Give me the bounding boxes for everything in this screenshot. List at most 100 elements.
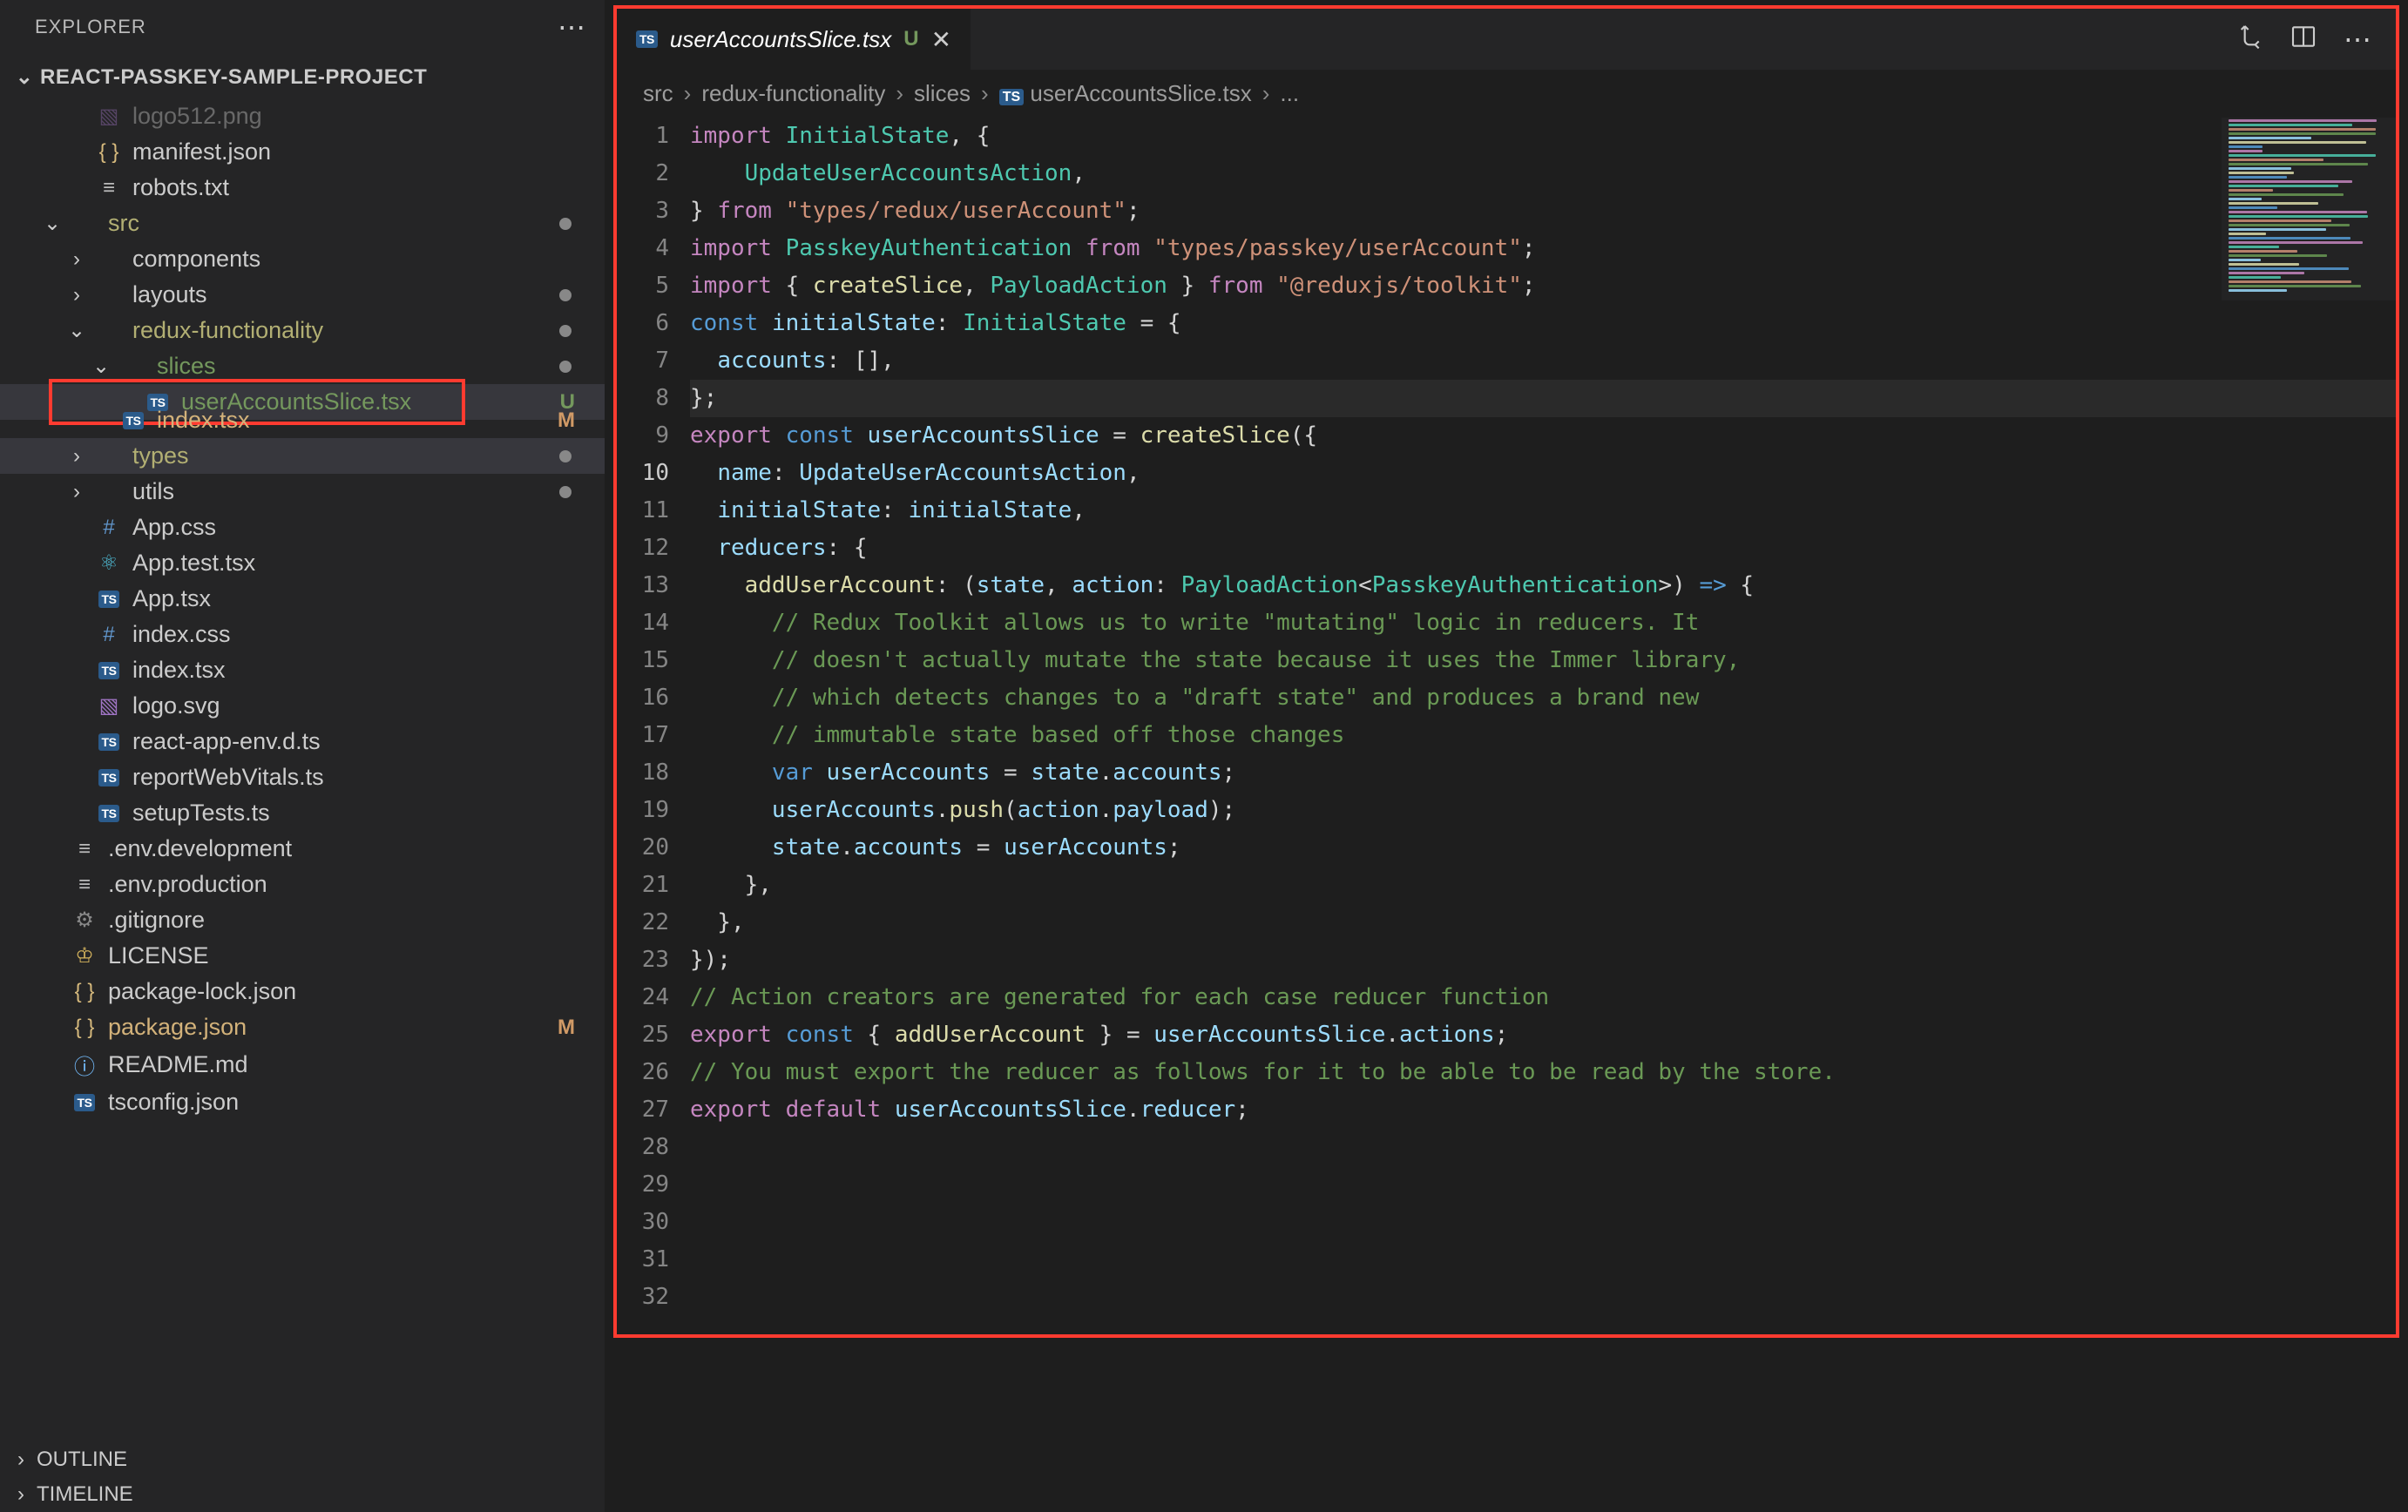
tree-item[interactable]: TSreportWebVitals.ts	[0, 759, 605, 795]
tree-label: App.test.tsx	[132, 550, 591, 577]
outline-section[interactable]: › OUTLINE	[0, 1442, 605, 1477]
tree-item[interactable]: { } manifest.json	[0, 134, 605, 170]
tree-label: manifest.json	[132, 138, 591, 165]
tree-item[interactable]: ▧logo.svg	[0, 688, 605, 724]
chevron-right-icon: ›	[10, 1448, 31, 1472]
tree-label: tsconfig.json	[108, 1089, 591, 1116]
sidebar-header: EXPLORER ⋯	[0, 0, 605, 56]
file-icon: TS	[92, 591, 125, 608]
tree-item[interactable]: ▧logo512.png	[0, 98, 605, 134]
file-icon: TS	[92, 769, 125, 786]
tree-label: utils	[132, 478, 559, 505]
chevron-down-icon: ⌄	[91, 354, 112, 379]
timeline-section[interactable]: › TIMELINE	[0, 1477, 605, 1512]
file-icon: { }	[68, 1016, 101, 1040]
close-icon[interactable]: ✕	[931, 25, 951, 54]
tree-item[interactable]: TS react-app-env.d.ts	[0, 724, 605, 759]
tree-item[interactable]: › layouts	[0, 277, 605, 313]
tree-label: react-app-env.d.ts	[132, 728, 591, 755]
outline-label: OUTLINE	[37, 1448, 127, 1472]
tree-label: redux-functionality	[132, 317, 559, 344]
editor[interactable]: 1234567891011121314151617181920212223242…	[617, 118, 2396, 1334]
chevron-right-icon: ›	[10, 1482, 31, 1507]
project-header[interactable]: ⌄ REACT-PASSKEY-SAMPLE-PROJECT	[0, 56, 605, 98]
tree-label: types	[132, 442, 559, 469]
code-content[interactable]: import InitialState, { UpdateUserAccount…	[690, 118, 2396, 1334]
file-icon: TS	[92, 733, 125, 751]
tree-label: setupTests.ts	[132, 800, 591, 827]
tree-item[interactable]: › types	[0, 438, 605, 474]
file-icon: ♔	[68, 943, 101, 969]
tree-item[interactable]: TS setupTests.ts	[0, 795, 605, 831]
modified-dot	[559, 450, 572, 462]
minimap[interactable]	[2222, 118, 2396, 300]
line-gutter: 1234567891011121314151617181920212223242…	[617, 118, 690, 1334]
tree-item[interactable]: { }package-lock.json	[0, 974, 605, 1009]
more-actions-icon[interactable]: ⋯	[558, 10, 587, 44]
tree-item[interactable]: #index.css	[0, 617, 605, 652]
tree-item[interactable]: TSindex.tsxM	[0, 402, 605, 438]
tree-item[interactable]: › utils	[0, 474, 605, 510]
breadcrumbs[interactable]: src›redux-functionality›slices›TS userAc…	[617, 70, 2396, 118]
tree-label: README.md	[108, 1051, 591, 1078]
tab-bar: TS userAccountsSlice.tsx U ✕ ⋯	[617, 9, 2396, 70]
breadcrumb-item[interactable]: ...	[1280, 80, 1299, 107]
breadcrumb-item[interactable]: slices	[914, 80, 971, 107]
tree-item[interactable]: ⌄ src	[0, 206, 605, 241]
tree-item[interactable]: ›components	[0, 241, 605, 277]
tree-label: index.tsx	[132, 657, 591, 684]
breadcrumb-item[interactable]: TS userAccountsSlice.tsx	[999, 80, 1252, 107]
breadcrumb-item[interactable]: src	[643, 80, 673, 107]
tree-label: robots.txt	[132, 174, 591, 201]
chevron-down-icon: ⌄	[42, 211, 63, 236]
more-actions-icon[interactable]: ⋯	[2344, 23, 2373, 56]
tree-label: logo.svg	[132, 692, 591, 719]
file-icon: TS	[92, 662, 125, 679]
compare-changes-icon[interactable]	[2236, 23, 2263, 57]
file-icon: TS	[68, 1094, 101, 1111]
tree-item[interactable]: ♔LICENSE	[0, 938, 605, 974]
breadcrumb-separator: ›	[896, 80, 903, 107]
tree-item[interactable]: ≡.env.development	[0, 831, 605, 867]
modified-dot	[559, 361, 572, 373]
tree-item[interactable]: { }package.jsonM	[0, 1009, 605, 1045]
modified-dot	[559, 218, 572, 230]
tab-git-status: U	[903, 27, 918, 51]
tab-actions: ⋯	[2236, 23, 2396, 57]
file-icon: #	[92, 516, 125, 540]
tree-item[interactable]: ⌄ redux-functionality	[0, 313, 605, 348]
tree-item[interactable]: TS tsconfig.json	[0, 1084, 605, 1120]
tree-item[interactable]: ⚛App.test.tsx	[0, 545, 605, 581]
file-icon: ⓘ	[68, 1050, 101, 1080]
tree-label: App.css	[132, 514, 591, 541]
tree-item[interactable]: ≡.env.production	[0, 867, 605, 902]
split-editor-icon[interactable]	[2290, 23, 2317, 57]
chevron-right-icon: ›	[66, 283, 87, 307]
tree-item[interactable]: TS index.tsx	[0, 652, 605, 688]
tree-item[interactable]: ⌄slices	[0, 348, 605, 384]
tree-label: layouts	[132, 281, 559, 308]
chevron-right-icon: ›	[66, 480, 87, 504]
tree-label: src	[108, 210, 559, 237]
tree-label: components	[132, 246, 591, 273]
chevron-down-icon: ⌄	[14, 64, 35, 90]
sidebar: EXPLORER ⋯ ⌄ REACT-PASSKEY-SAMPLE-PROJEC…	[0, 0, 605, 1512]
tree-item[interactable]: ⓘ README.md	[0, 1045, 605, 1084]
tree-label: logo512.png	[132, 103, 591, 130]
tree-label: .gitignore	[108, 907, 591, 934]
file-icon: ⚙	[68, 908, 101, 933]
tree-label: .env.production	[108, 871, 591, 898]
file-icon: TS	[92, 805, 125, 822]
tree-item[interactable]: ≡robots.txt	[0, 170, 605, 206]
tab-active[interactable]: TS userAccountsSlice.tsx U ✕	[617, 9, 971, 70]
modified-dot	[559, 289, 572, 301]
breadcrumb-item[interactable]: redux-functionality	[701, 80, 885, 107]
tree-item[interactable]: ⚙ .gitignore	[0, 902, 605, 938]
file-icon: { }	[68, 980, 101, 1004]
chevron-right-icon: ›	[66, 444, 87, 469]
file-icon: { }	[92, 140, 125, 165]
tree-item[interactable]: TSApp.tsx	[0, 581, 605, 617]
tree-item[interactable]: # App.css	[0, 510, 605, 545]
git-badge: M	[558, 408, 575, 433]
chevron-down-icon: ⌄	[66, 318, 87, 343]
